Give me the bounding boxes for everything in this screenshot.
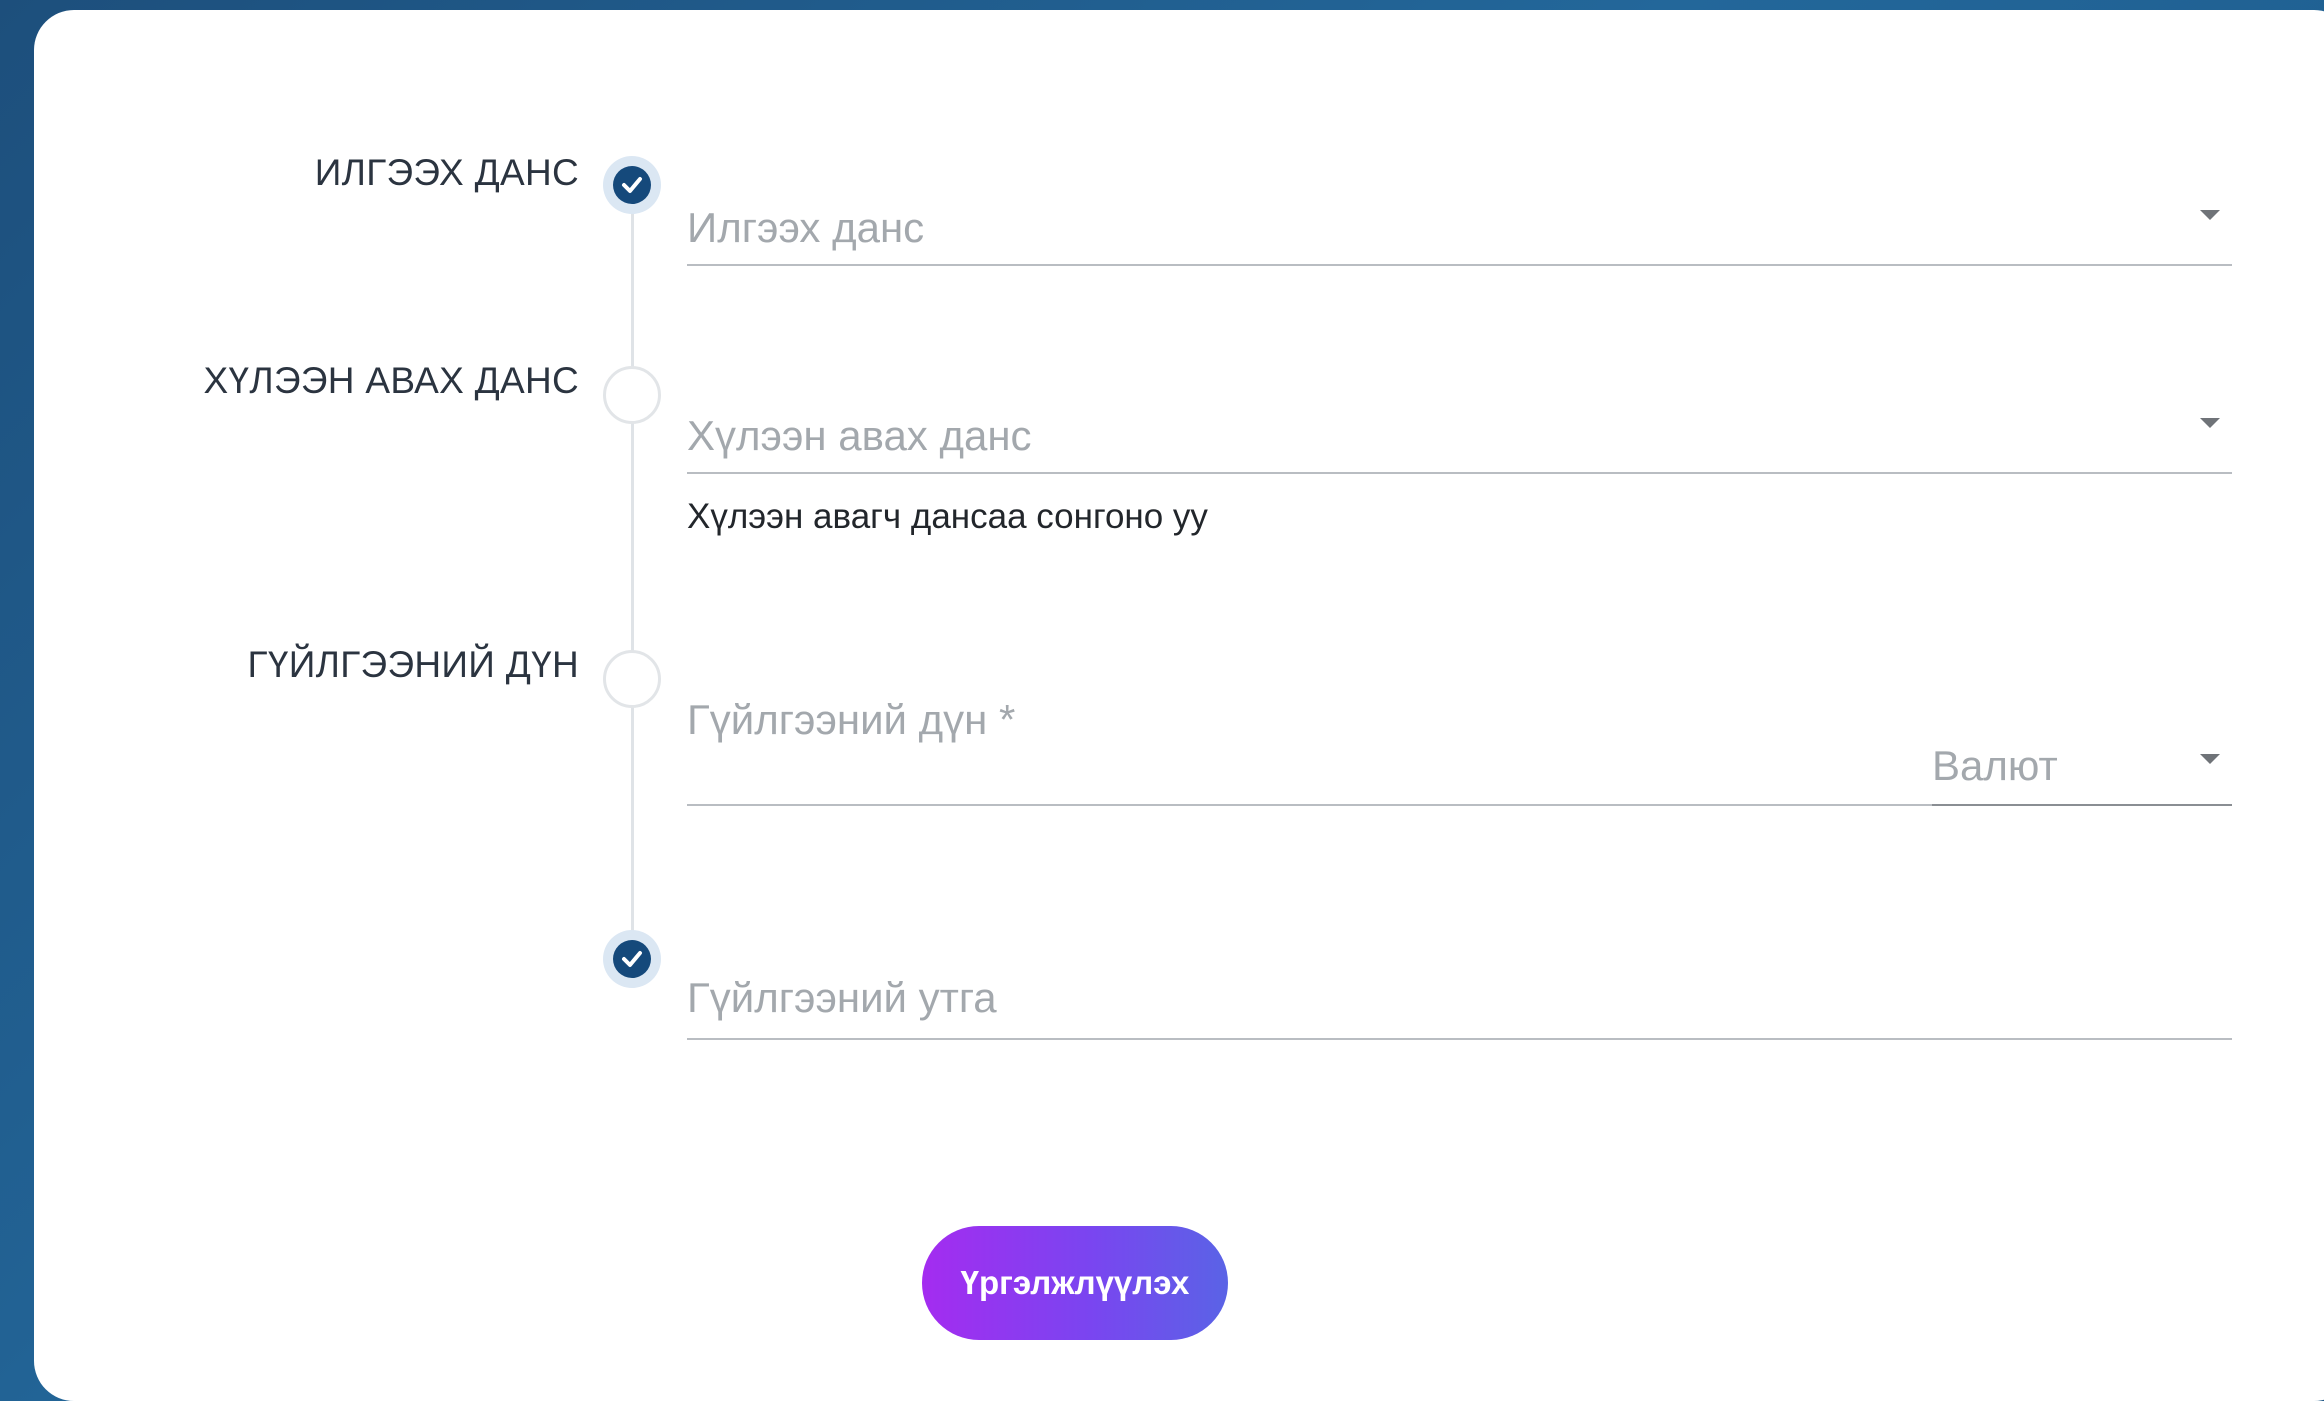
continue-button[interactable]: Үргэлжлүүлэх	[922, 1226, 1228, 1340]
step-indicator-amount	[603, 650, 661, 708]
check-circle-icon	[613, 166, 651, 204]
step-indicator-from-account	[603, 156, 661, 214]
caret-down-icon[interactable]	[2200, 418, 2220, 428]
check-circle-icon	[613, 940, 651, 978]
to-account-select[interactable]: Хүлээн авах данс	[687, 394, 2232, 474]
amount-placeholder: Гүйлгээний дүн *	[687, 696, 1016, 743]
transfer-form-card: ИЛГЭЭХ ДАНС ХҮЛЭЭН АВАХ ДАНС ГҮЙЛГЭЭНИЙ …	[34, 10, 2324, 1401]
to-account-helper-text: Хүлээн авагч дансаа сонгоно уу	[687, 497, 1208, 536]
from-account-select[interactable]: Илгээх данс	[687, 186, 2232, 266]
caret-down-icon[interactable]	[2200, 754, 2220, 764]
check-icon	[622, 177, 642, 193]
step-label-from-account: ИЛГЭЭХ ДАНС	[314, 152, 579, 193]
from-account-placeholder: Илгээх данс	[687, 204, 925, 251]
step-indicator-to-account	[603, 366, 661, 424]
stepper-line	[631, 190, 634, 940]
caret-down-icon[interactable]	[2200, 210, 2220, 220]
description-input[interactable]: Гүйлгээний утга	[687, 952, 2232, 1040]
step-label-amount: ГҮЙЛГЭЭНИЙ ДҮН	[247, 644, 579, 685]
description-placeholder: Гүйлгээний утга	[687, 974, 997, 1021]
step-indicator-description	[603, 930, 661, 988]
to-account-placeholder: Хүлээн авах данс	[687, 412, 1032, 459]
currency-placeholder: Валют	[1932, 742, 2058, 789]
currency-select[interactable]: Валют	[1932, 730, 2232, 806]
check-icon	[622, 951, 642, 967]
step-label-to-account: ХҮЛЭЭН АВАХ ДАНС	[203, 360, 579, 401]
